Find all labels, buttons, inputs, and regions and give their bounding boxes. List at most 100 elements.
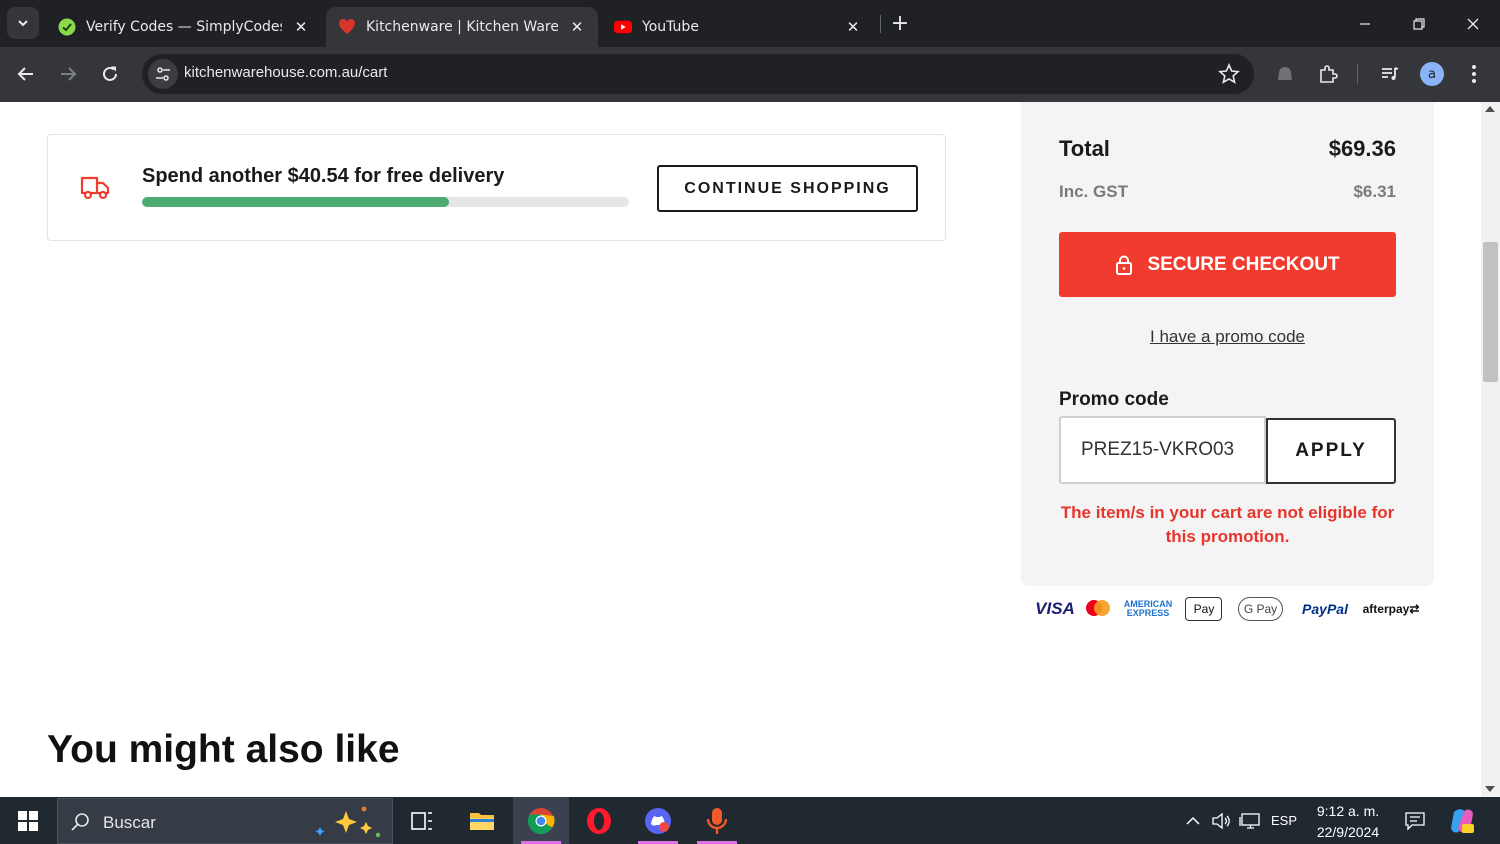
extension-button[interactable] — [1273, 62, 1297, 86]
promo-code-input[interactable] — [1059, 416, 1266, 484]
task-view-button[interactable] — [394, 797, 450, 844]
google-pay-logo: G Pay — [1238, 597, 1283, 621]
free-delivery-card: Spend another $40.54 for free delivery C… — [47, 134, 946, 241]
secure-checkout-button[interactable]: SECURE CHECKOUT — [1059, 232, 1396, 297]
discord-icon — [645, 807, 671, 834]
site-info-button[interactable] — [148, 59, 178, 89]
windows-logo-icon — [18, 810, 38, 831]
url-text: kitchenwarehouse.com.au/cart — [184, 64, 388, 81]
close-window-button[interactable] — [1446, 0, 1500, 47]
forward-button[interactable] — [51, 57, 85, 91]
gst-value: $6.31 — [1353, 182, 1396, 201]
close-icon[interactable]: ✕ — [292, 18, 310, 36]
apply-promo-button[interactable]: APPLY — [1266, 418, 1396, 484]
windows-taskbar: Buscar ESP 9:12 a. m. 22/9/2024 — [0, 797, 1500, 844]
kebab-menu-icon — [1472, 65, 1476, 83]
restore-button[interactable] — [1392, 0, 1446, 47]
tab-search-button[interactable] — [7, 7, 39, 39]
bookmark-star-button[interactable] — [1218, 62, 1240, 85]
chevron-up-icon — [1186, 816, 1200, 825]
continue-shopping-button[interactable]: CONTINUE SHOPPING — [657, 165, 918, 212]
clock-time: 9:12 a. m. — [1316, 803, 1380, 819]
new-tab-button[interactable]: + — [886, 9, 914, 37]
start-button[interactable] — [0, 797, 56, 844]
copilot-icon — [1451, 808, 1474, 833]
browser-toolbar: kitchenwarehouse.com.au/cart a — [0, 47, 1500, 102]
tab-title: Verify Codes — SimplyCodes — [86, 19, 282, 35]
arrow-left-icon — [17, 67, 33, 81]
recommendations-heading: You might also like — [47, 728, 400, 771]
afterpay-arrows-icon: ⇄ — [1409, 602, 1420, 616]
page-scrollbar[interactable] — [1481, 102, 1500, 797]
gst-row: Inc. GST $6.31 — [1059, 182, 1396, 202]
address-bar[interactable]: kitchenwarehouse.com.au/cart — [142, 54, 1254, 94]
amex-logo: AMERICAN EXPRESS — [1122, 596, 1174, 622]
file-explorer-button[interactable] — [454, 797, 510, 844]
notification-icon — [1405, 811, 1425, 831]
chrome-icon — [527, 807, 555, 834]
apple-pay-logo: Pay — [1185, 597, 1222, 621]
task-view-icon — [411, 811, 432, 830]
tab-title: YouTube — [642, 19, 699, 35]
free-delivery-progress-fill — [142, 197, 449, 207]
speaker-icon — [1212, 812, 1230, 829]
minimize-button[interactable] — [1338, 0, 1392, 47]
chrome-taskbar-button[interactable] — [513, 797, 569, 844]
scroll-down-arrow-icon[interactable] — [1485, 786, 1495, 792]
arrow-right-icon — [61, 67, 77, 81]
notifications-button[interactable] — [1398, 797, 1432, 844]
volume-button[interactable] — [1207, 797, 1235, 844]
restore-icon — [1413, 17, 1425, 30]
scrollbar-thumb[interactable] — [1483, 242, 1498, 382]
chevron-down-icon — [18, 20, 28, 27]
close-icon[interactable]: ✕ — [844, 18, 862, 36]
reload-icon — [103, 66, 117, 81]
secure-checkout-label: SECURE CHECKOUT — [1147, 253, 1340, 275]
voice-recorder-taskbar-button[interactable] — [689, 797, 745, 844]
close-icon[interactable]: ✕ — [568, 18, 586, 36]
delivery-truck-icon — [80, 175, 110, 201]
tab-title: Kitchenware | Kitchen Warehouse — [366, 19, 558, 35]
copilot-button[interactable] — [1442, 797, 1482, 844]
browser-menu-button[interactable] — [1462, 62, 1486, 86]
media-controls-button[interactable] — [1378, 62, 1402, 86]
extension-blob-icon — [1278, 67, 1292, 80]
network-button[interactable] — [1236, 797, 1264, 844]
back-button[interactable] — [9, 57, 43, 91]
scroll-up-arrow-icon[interactable] — [1485, 106, 1495, 112]
opera-icon — [587, 807, 611, 834]
apple-pay-text: Pay — [1193, 602, 1215, 616]
reload-button[interactable] — [93, 57, 127, 91]
free-delivery-message: Spend another $40.54 for free delivery — [142, 165, 505, 187]
tab-kitchen-warehouse[interactable]: Kitchenware | Kitchen Warehouse ✕ — [326, 7, 598, 47]
puzzle-icon — [1320, 65, 1338, 83]
youtube-icon — [614, 18, 632, 36]
order-summary-panel: Total $69.36 Inc. GST $6.31 SECURE CHECK… — [1021, 102, 1434, 586]
taskbar-search-box[interactable]: Buscar — [57, 798, 393, 844]
total-value: $69.36 — [1328, 136, 1396, 161]
clock-date: 22/9/2024 — [1316, 824, 1380, 840]
tab-youtube[interactable]: YouTube ✕ — [602, 7, 874, 47]
paypal-logo: PayPal — [1302, 601, 1348, 617]
free-delivery-progress-bar — [142, 197, 629, 207]
afterpay-text: afterpay — [1362, 602, 1410, 616]
profile-avatar[interactable]: a — [1420, 62, 1444, 86]
tab-simplycodes[interactable]: Verify Codes — SimplyCodes ✕ — [46, 7, 322, 47]
gst-label: Inc. GST — [1059, 182, 1128, 201]
extensions-menu-button[interactable] — [1316, 62, 1340, 86]
search-icon — [71, 813, 89, 831]
close-icon — [1467, 18, 1479, 29]
network-icon — [1239, 812, 1260, 829]
amex-line2: EXPRESS — [1126, 608, 1170, 618]
show-hidden-icons-button[interactable] — [1180, 797, 1206, 844]
queue-music-icon — [1382, 67, 1399, 80]
discord-taskbar-button[interactable] — [630, 797, 686, 844]
input-language-button[interactable]: ESP — [1266, 797, 1302, 844]
promo-code-toggle-link[interactable]: I have a promo code — [1059, 327, 1396, 347]
sparkle-icon — [315, 806, 381, 838]
taskbar-clock[interactable]: 9:12 a. m. 22/9/2024 — [1306, 801, 1390, 843]
taskbar-search-placeholder: Buscar — [103, 813, 156, 832]
microphone-icon — [706, 807, 728, 834]
folder-icon — [470, 812, 494, 830]
opera-taskbar-button[interactable] — [571, 797, 627, 844]
